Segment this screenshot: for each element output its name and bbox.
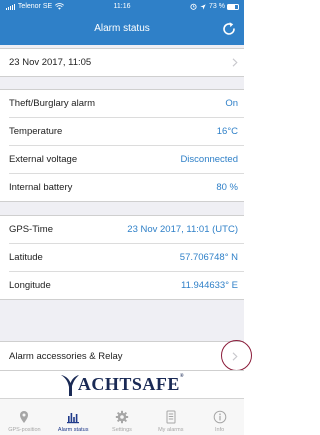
tab-label: Info: [214, 427, 225, 433]
gps-value: 23 Nov 2017, 11:01 (UTC): [127, 224, 238, 235]
page-title: Alarm status: [94, 23, 150, 34]
tab-my-alarms[interactable]: My alarms: [146, 399, 195, 435]
location-arrow-icon: [200, 3, 206, 10]
status-label: Theft/Burglary alarm: [9, 98, 96, 109]
gps-label: GPS-Time: [9, 224, 53, 235]
status-row-theft: Theft/Burglary alarm On: [0, 90, 244, 117]
status-row-external-voltage: External voltage Disconnected: [0, 146, 244, 173]
battery-percent: 73 %: [209, 3, 225, 10]
last-update-row[interactable]: 23 Nov 2017, 11:05: [0, 49, 244, 76]
gps-row-latitude: Latitude 57.706748° N: [0, 244, 244, 271]
gps-row-longitude: Longitude 11.944633° E: [0, 272, 244, 299]
status-value: On: [225, 98, 238, 109]
tab-gps-position[interactable]: GPS-position: [0, 399, 49, 435]
tab-label: Settings: [112, 427, 132, 433]
section-gap: [0, 300, 244, 341]
bar-chart-icon: [67, 413, 80, 424]
last-update-label: 23 Nov 2017, 11:05: [9, 57, 92, 68]
gps-value: 11.944633° E: [181, 280, 238, 291]
section-gap: [0, 202, 244, 215]
gps-label: Longitude: [9, 280, 51, 291]
nav-bar: Alarm status: [0, 13, 244, 45]
section-gap: [0, 77, 244, 89]
chevron-right-icon: [232, 58, 238, 67]
logo-y-mark: [60, 374, 79, 396]
status-row-temperature: Temperature 16°C: [0, 118, 244, 145]
status-label: Internal battery: [9, 182, 73, 193]
status-label: External voltage: [9, 154, 78, 165]
refresh-icon[interactable]: [221, 21, 237, 37]
battery-icon: [227, 3, 239, 10]
alarm-clock-icon: [190, 3, 197, 10]
status-row-internal-battery: Internal battery 80 %: [0, 174, 244, 201]
tab-settings[interactable]: Settings: [98, 399, 147, 435]
status-right-group: 73 %: [190, 0, 239, 13]
tab-alarm-status[interactable]: Alarm status: [49, 399, 98, 435]
gps-row-time: GPS-Time 23 Nov 2017, 11:01 (UTC): [0, 216, 244, 243]
tab-info[interactable]: Info: [195, 399, 244, 435]
tab-label: Alarm status: [57, 427, 89, 433]
gps-value: 57.706748° N: [179, 252, 238, 263]
status-label: Temperature: [9, 126, 63, 137]
status-value: 80 %: [216, 182, 238, 193]
status-value: 16°C: [216, 126, 238, 137]
highlight-ring: [221, 340, 252, 371]
app-screen: Telenor SE 11:16 73 % Alarm status 23 No…: [0, 0, 252, 435]
document-list-icon: [166, 410, 176, 424]
tab-label: My alarms: [158, 427, 184, 433]
status-value: Disconnected: [180, 154, 238, 165]
tab-bar: GPS-position Alarm status Settings My al…: [0, 398, 244, 435]
gps-label: Latitude: [9, 252, 43, 263]
alarm-accessories-row[interactable]: Alarm accessories & Relay: [0, 342, 244, 370]
tab-label: GPS-position: [8, 427, 41, 433]
yachtsafe-logo: ACHTSAFE®: [0, 371, 244, 398]
accessories-label: Alarm accessories & Relay: [9, 350, 123, 362]
info-icon: [213, 410, 226, 424]
location-pin-icon: [20, 411, 29, 423]
status-bar: Telenor SE 11:16 73 %: [0, 0, 244, 13]
gear-icon: [115, 410, 129, 424]
logo-wordmark: ACHTSAFE®: [77, 374, 185, 394]
